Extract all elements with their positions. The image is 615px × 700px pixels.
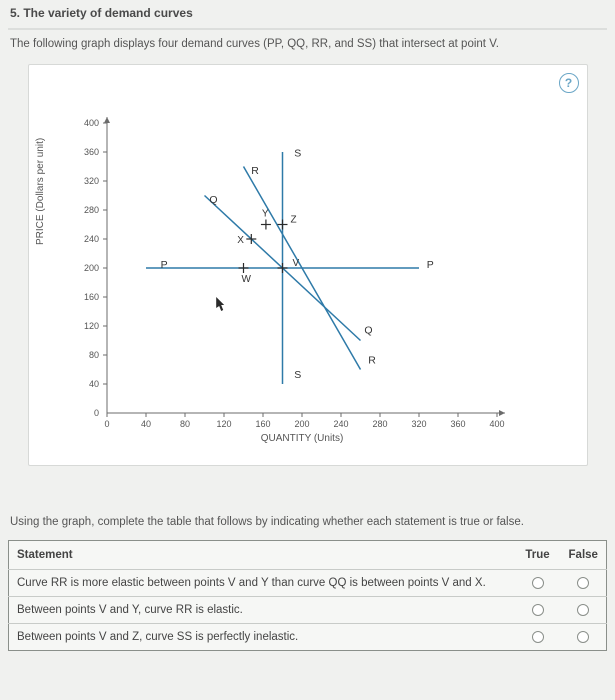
svg-text:320: 320 bbox=[411, 419, 426, 429]
false-cell bbox=[561, 570, 607, 597]
false-cell bbox=[561, 597, 607, 624]
svg-text:40: 40 bbox=[140, 419, 150, 429]
svg-text:280: 280 bbox=[372, 419, 387, 429]
chart: 0 40 80 120 160 200 240 280 320 360 400 40 80 120 160 2… bbox=[57, 113, 517, 453]
svg-text:X: X bbox=[237, 235, 244, 246]
table-row: Between points V and Y, curve RR is elas… bbox=[9, 597, 607, 624]
svg-text:Q: Q bbox=[364, 324, 372, 336]
false-cell bbox=[561, 624, 607, 651]
radio-false[interactable] bbox=[577, 631, 589, 643]
table-row: Curve RR is more elastic between points … bbox=[9, 570, 607, 597]
y-axis-label: PRICE (Dollars per unit) bbox=[35, 138, 46, 245]
svg-text:QUANTITY (Units): QUANTITY (Units) bbox=[260, 433, 343, 444]
graph-card: ? PRICE (Dollars per unit) 0 40 80 120 160 20… bbox=[28, 64, 588, 466]
svg-text:Z: Z bbox=[290, 215, 296, 226]
svg-text:Q: Q bbox=[209, 194, 217, 206]
col-statement: Statement bbox=[9, 541, 515, 570]
svg-text:120: 120 bbox=[216, 419, 231, 429]
svg-text:Y: Y bbox=[261, 209, 268, 220]
svg-text:240: 240 bbox=[83, 234, 98, 244]
svg-text:80: 80 bbox=[179, 419, 189, 429]
section-heading: 5. The variety of demand curves bbox=[8, 0, 607, 30]
svg-text:V: V bbox=[292, 258, 299, 269]
svg-text:360: 360 bbox=[83, 147, 98, 157]
chart-svg: 0 40 80 120 160 200 240 280 320 360 400 40 80 120 160 2… bbox=[57, 113, 517, 453]
svg-text:240: 240 bbox=[333, 419, 348, 429]
true-cell bbox=[515, 570, 561, 597]
statement-cell: Between points V and Z, curve SS is perf… bbox=[9, 624, 515, 651]
svg-text:320: 320 bbox=[83, 176, 98, 186]
svg-text:P: P bbox=[426, 259, 433, 271]
statements-table: Statement True False Curve RR is more el… bbox=[8, 540, 607, 651]
svg-text:360: 360 bbox=[450, 419, 465, 429]
svg-text:0: 0 bbox=[104, 419, 109, 429]
instructions-text: Using the graph, complete the table that… bbox=[8, 482, 607, 540]
true-cell bbox=[515, 624, 561, 651]
svg-text:P: P bbox=[160, 259, 167, 271]
col-true: True bbox=[515, 541, 561, 570]
svg-text:S: S bbox=[294, 369, 301, 381]
help-icon[interactable]: ? bbox=[559, 73, 579, 93]
svg-text:200: 200 bbox=[83, 263, 98, 273]
svg-text:400: 400 bbox=[83, 118, 98, 128]
col-false: False bbox=[561, 541, 607, 570]
svg-text:R: R bbox=[368, 355, 376, 367]
table-row: Between points V and Z, curve SS is perf… bbox=[9, 624, 607, 651]
radio-true[interactable] bbox=[532, 577, 544, 589]
true-cell bbox=[515, 597, 561, 624]
svg-text:R: R bbox=[251, 165, 259, 177]
svg-text:280: 280 bbox=[83, 205, 98, 215]
statement-cell: Between points V and Y, curve RR is elas… bbox=[9, 597, 515, 624]
svg-text:S: S bbox=[294, 147, 301, 159]
svg-text:120: 120 bbox=[83, 321, 98, 331]
svg-text:40: 40 bbox=[88, 379, 98, 389]
svg-text:400: 400 bbox=[489, 419, 504, 429]
intro-text: The following graph displays four demand… bbox=[8, 38, 607, 64]
statement-cell: Curve RR is more elastic between points … bbox=[9, 570, 515, 597]
svg-text:160: 160 bbox=[255, 419, 270, 429]
svg-text:0: 0 bbox=[93, 408, 98, 418]
radio-true[interactable] bbox=[532, 631, 544, 643]
svg-text:W: W bbox=[241, 274, 251, 285]
radio-false[interactable] bbox=[577, 604, 589, 616]
svg-text:160: 160 bbox=[83, 292, 98, 302]
radio-false[interactable] bbox=[577, 577, 589, 589]
radio-true[interactable] bbox=[532, 604, 544, 616]
svg-text:200: 200 bbox=[294, 419, 309, 429]
svg-text:80: 80 bbox=[88, 350, 98, 360]
